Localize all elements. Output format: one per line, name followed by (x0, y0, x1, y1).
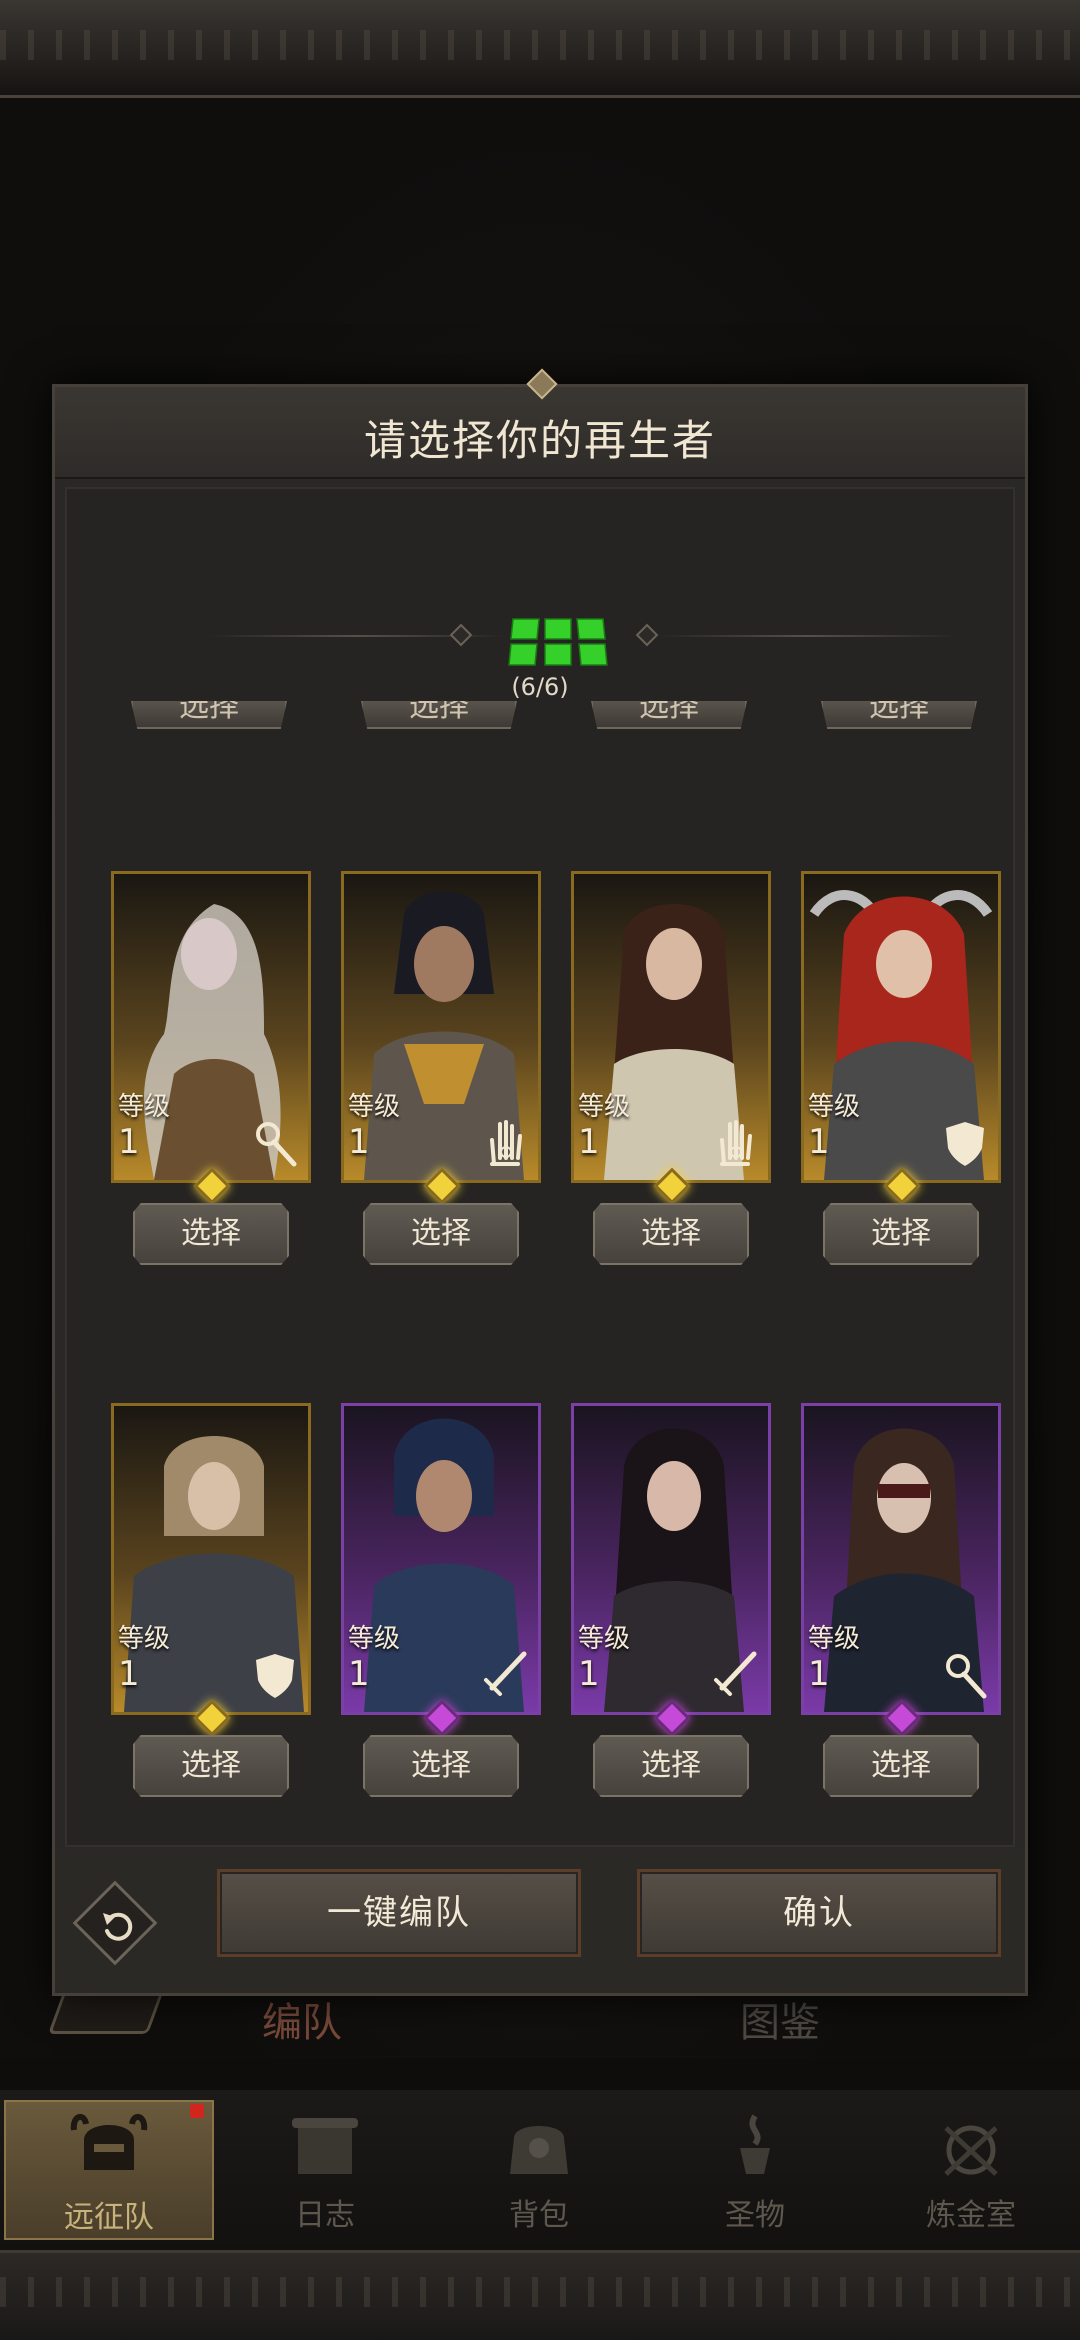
relic-icon (740, 2114, 770, 2174)
level-label: 等级 (578, 1624, 631, 1654)
nav-item-backpack[interactable]: 背包 (434, 2100, 644, 2240)
level-label: 等级 (118, 1624, 171, 1654)
top-frame (0, 0, 1080, 98)
level-value: 1 (808, 1122, 830, 1162)
level-value: 1 (808, 1654, 830, 1694)
notification-badge (190, 2104, 204, 2118)
level-label: 等级 (578, 1092, 631, 1122)
nav-label: 炼金室 (926, 2198, 1016, 2233)
divider-right (657, 635, 957, 637)
select-button-partial[interactable]: 选择 (361, 701, 517, 729)
shield-icon (256, 1654, 294, 1698)
nav-item-relics[interactable]: 圣物 (650, 2100, 860, 2240)
nav-item-expedition[interactable]: 远征队 (4, 2100, 214, 2240)
hero-card[interactable]: 等级 1 (111, 1403, 311, 1715)
nav-item-alchemy[interactable]: 炼金室 (866, 2100, 1076, 2240)
level-label: 等级 (808, 1624, 861, 1654)
nav-item-journal[interactable]: 日志 (220, 2100, 430, 2240)
level-label: 等级 (348, 1624, 401, 1654)
level-label: 等级 (348, 1092, 401, 1122)
select-hero-button[interactable]: 选择 (593, 1735, 749, 1797)
level-label: 等级 (118, 1092, 171, 1122)
nav-label: 背包 (509, 2198, 569, 2233)
scroll-icon (292, 2118, 358, 2174)
hero-card[interactable]: 等级 1 (801, 871, 1001, 1183)
hand-icon (490, 1120, 522, 1166)
sword-icon (714, 1651, 757, 1696)
level-value: 1 (578, 1654, 600, 1694)
divider-diamond-right (635, 623, 659, 647)
select-button-partial[interactable]: 选择 (821, 701, 977, 729)
auto-team-button[interactable]: 一键编队 (217, 1869, 581, 1957)
select-hero-button[interactable]: 选择 (823, 1735, 979, 1797)
divider-diamond-left (449, 623, 473, 647)
select-hero-button[interactable]: 选择 (133, 1203, 289, 1265)
team-count: (6/6) (511, 673, 569, 701)
level-value: 1 (348, 1122, 370, 1162)
select-hero-button[interactable]: 选择 (133, 1735, 289, 1797)
staff-icon (256, 1122, 297, 1167)
level-value: 1 (348, 1654, 370, 1694)
modal-title: 请选择你的再生者 (363, 416, 716, 465)
tab-codex[interactable]: 图鉴 (740, 1990, 820, 2048)
hero-card[interactable]: 等级 1 (111, 871, 311, 1183)
modal-header: 请选择你的再生者 (55, 368, 1025, 479)
hero-card[interactable]: 等级 1 (341, 1403, 541, 1715)
tab-formation[interactable]: 编队 (262, 1990, 342, 2048)
hero-card[interactable]: 等级 1 (801, 1403, 1001, 1715)
hero-card[interactable]: 等级 1 (571, 1403, 771, 1715)
hero-select-modal: 请选择你的再生者 (6/6) 选择 选择 选择 选择 等级 1 等级 1 等级 … (52, 368, 1028, 1996)
team-slots-icon (508, 618, 608, 666)
hero-card[interactable]: 等级 1 (571, 871, 771, 1183)
undo-icon (103, 1912, 133, 1941)
hero-card[interactable]: 等级 1 (341, 871, 541, 1183)
hand-icon (720, 1120, 752, 1166)
select-button-partial[interactable]: 选择 (131, 701, 287, 729)
level-value: 1 (578, 1122, 600, 1162)
hero-list-area[interactable]: (6/6) 选择 选择 选择 选择 等级 1 等级 1 等级 1 等级 1 选择… (65, 487, 1015, 1847)
select-hero-button[interactable]: 选择 (593, 1203, 749, 1265)
helmet-icon (70, 2113, 148, 2170)
bottom-navigation: 远征队 日志 背包 圣物 炼金室 (0, 2090, 1080, 2250)
nav-label: 远征队 (64, 2200, 154, 2235)
shield-icon (946, 1122, 984, 1166)
level-value: 1 (118, 1654, 140, 1694)
bottom-frame (0, 2250, 1080, 2340)
staff-icon (946, 1654, 987, 1699)
select-hero-button[interactable]: 选择 (363, 1735, 519, 1797)
level-value: 1 (118, 1122, 140, 1162)
nav-label: 圣物 (725, 2198, 785, 2233)
select-hero-button[interactable]: 选择 (823, 1203, 979, 1265)
level-label: 等级 (808, 1092, 861, 1122)
back-arrow-button[interactable] (47, 1990, 165, 2034)
alchemy-icon (944, 2125, 998, 2176)
select-hero-button[interactable]: 选择 (363, 1203, 519, 1265)
sword-icon (484, 1651, 527, 1696)
select-button-partial[interactable]: 选择 (591, 701, 747, 729)
bag-icon (510, 2126, 568, 2174)
modal-footer: 一键编队 确认 (55, 1847, 1025, 1993)
nav-label: 日志 (295, 2198, 355, 2233)
confirm-button[interactable]: 确认 (637, 1869, 1001, 1957)
